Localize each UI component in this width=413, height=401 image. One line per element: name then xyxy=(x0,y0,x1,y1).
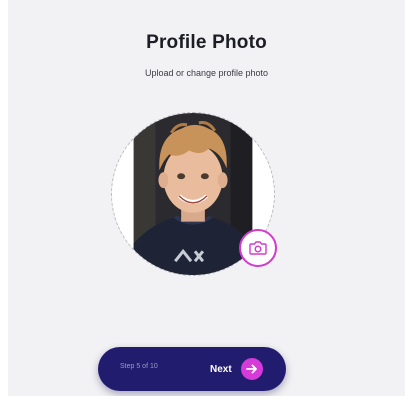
page-subtitle: Upload or change profile photo xyxy=(144,68,269,78)
profile-photo-screen: Profile Photo Upload or change profile p… xyxy=(8,0,405,396)
next-button-label: Next xyxy=(210,363,232,375)
step-indicator: Step 5 of 10 xyxy=(120,363,158,370)
camera-icon xyxy=(249,241,267,255)
next-button[interactable]: Next xyxy=(210,356,263,382)
footer-navigation-bar: Step 5 of 10 Next xyxy=(98,347,286,391)
page-title: Profile Photo xyxy=(146,32,267,53)
change-photo-button[interactable] xyxy=(239,229,277,267)
arrow-right-icon xyxy=(240,358,263,380)
